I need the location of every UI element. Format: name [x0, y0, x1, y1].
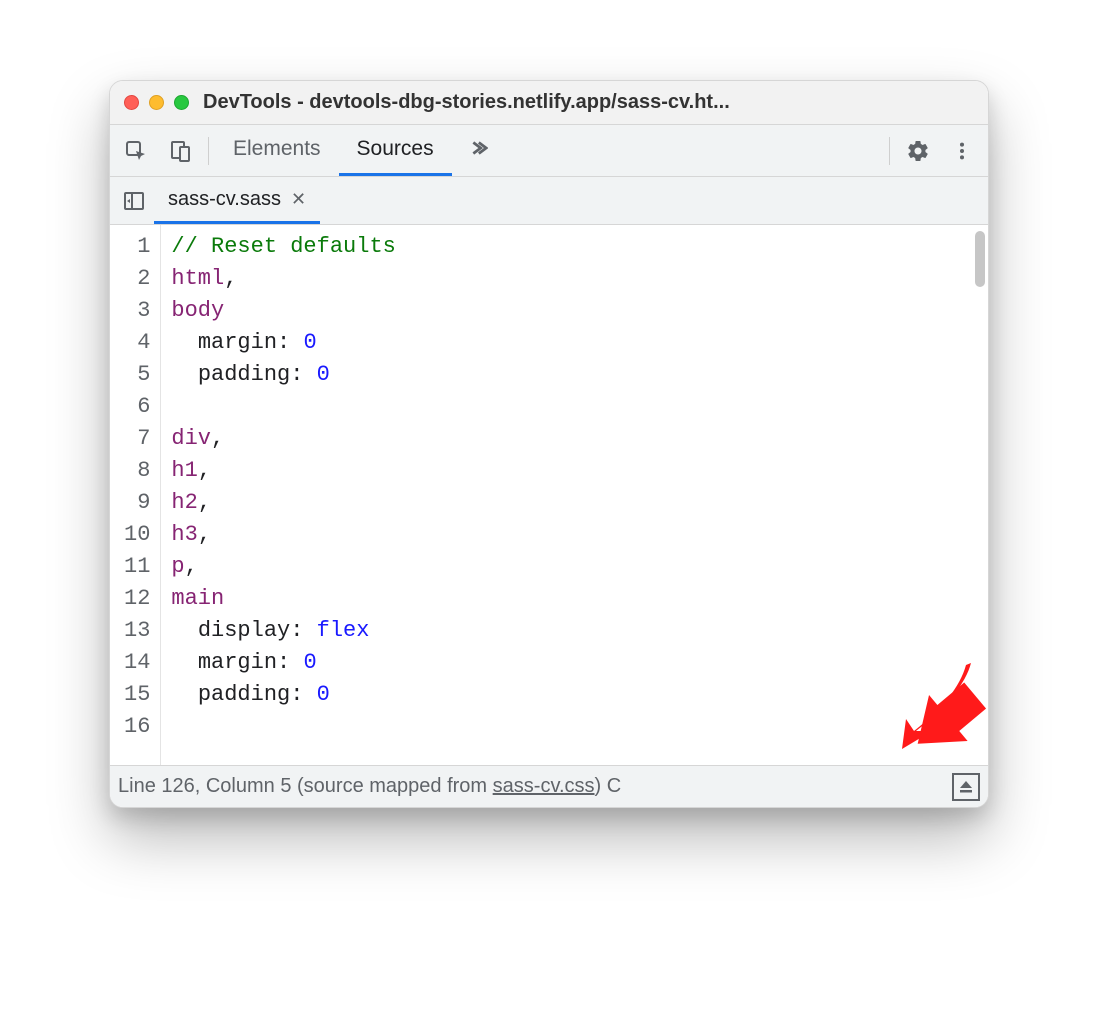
code-line[interactable]: h1, [171, 455, 978, 487]
code-line[interactable]: padding: 0 [171, 679, 978, 711]
code-editor[interactable]: 12345678910111213141516 // Reset default… [110, 225, 988, 765]
line-number: 6 [124, 391, 150, 423]
line-gutter: 12345678910111213141516 [110, 225, 161, 765]
navigator-toggle-icon[interactable] [114, 189, 154, 213]
code-line[interactable]: body [171, 295, 978, 327]
line-number: 14 [124, 647, 150, 679]
source-map-link[interactable]: sass-cv.css [493, 775, 595, 797]
line-number: 2 [124, 263, 150, 295]
window-controls [124, 95, 189, 110]
code-line[interactable]: // Reset defaults [171, 231, 978, 263]
titlebar: DevTools - devtools-dbg-stories.netlify.… [110, 81, 988, 125]
file-tab-bar: sass-cv.sass ✕ [110, 177, 988, 225]
code-line[interactable] [171, 391, 978, 423]
code-line[interactable]: html, [171, 263, 978, 295]
line-number: 15 [124, 679, 150, 711]
line-number: 16 [124, 711, 150, 743]
window-title: DevTools - devtools-dbg-stories.netlify.… [203, 91, 730, 114]
code-line[interactable]: margin: 0 [171, 647, 978, 679]
file-tab-label: sass-cv.sass [168, 188, 281, 211]
code-line[interactable]: display: flex [171, 615, 978, 647]
code-line[interactable]: main [171, 583, 978, 615]
close-window-button[interactable] [124, 95, 139, 110]
status-bar: Line 126, Column 5 (source mapped from s… [110, 765, 988, 807]
toolbar-divider [208, 137, 209, 165]
file-tab-active[interactable]: sass-cv.sass ✕ [154, 177, 320, 224]
code-line[interactable]: div, [171, 423, 978, 455]
show-drawer-icon[interactable] [952, 773, 980, 801]
code-line[interactable]: p, [171, 551, 978, 583]
inspect-element-icon[interactable] [114, 125, 158, 176]
minimize-window-button[interactable] [149, 95, 164, 110]
cursor-position: Line 126, Column 5 [118, 775, 291, 798]
line-number: 5 [124, 359, 150, 391]
maximize-window-button[interactable] [174, 95, 189, 110]
code-line[interactable]: margin: 0 [171, 327, 978, 359]
line-number: 11 [124, 551, 150, 583]
settings-icon[interactable] [896, 125, 940, 176]
devtools-window: DevTools - devtools-dbg-stories.netlify.… [109, 80, 989, 808]
line-number: 4 [124, 327, 150, 359]
tab-sources[interactable]: Sources [339, 125, 452, 176]
line-number: 7 [124, 423, 150, 455]
code-line[interactable]: padding: 0 [171, 359, 978, 391]
line-number: 9 [124, 487, 150, 519]
code-line[interactable]: h3, [171, 519, 978, 551]
kebab-menu-icon[interactable] [940, 125, 984, 176]
scrollbar-thumb[interactable] [975, 231, 985, 287]
line-number: 10 [124, 519, 150, 551]
code-content[interactable]: // Reset defaultshtml,body margin: 0 pad… [161, 225, 988, 765]
code-line[interactable]: h2, [171, 487, 978, 519]
device-toggle-icon[interactable] [158, 125, 202, 176]
more-tabs-icon[interactable] [452, 137, 502, 165]
code-line[interactable] [171, 711, 978, 743]
main-toolbar: Elements Sources [110, 125, 988, 177]
line-number: 3 [124, 295, 150, 327]
line-number: 8 [124, 455, 150, 487]
line-number: 12 [124, 583, 150, 615]
line-number: 1 [124, 231, 150, 263]
close-tab-icon[interactable]: ✕ [291, 189, 306, 210]
source-map-info: (source mapped from sass-cv.css) C [291, 775, 621, 798]
toolbar-divider [889, 137, 890, 165]
line-number: 13 [124, 615, 150, 647]
tab-elements[interactable]: Elements [215, 125, 339, 176]
